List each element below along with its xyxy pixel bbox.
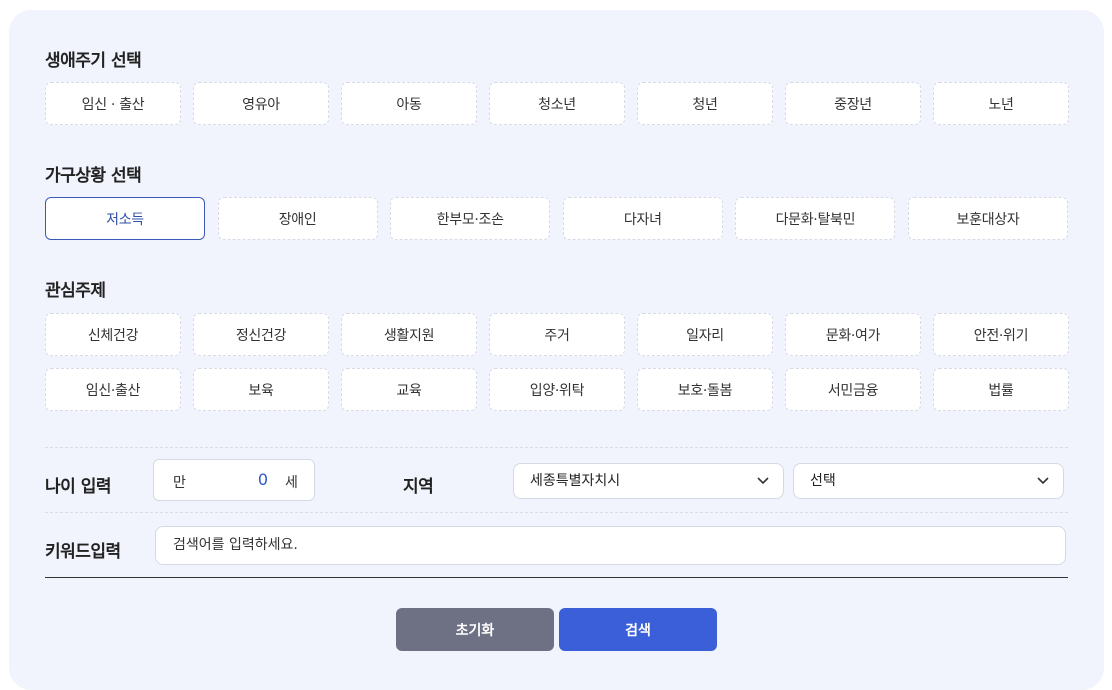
chevron-down-icon [1037, 477, 1049, 485]
interest-title: 관심주제 [45, 281, 106, 301]
divider [45, 512, 1068, 513]
household-option[interactable]: 장애인 [217, 197, 378, 240]
interest-option[interactable]: 문화·여가 [785, 313, 921, 356]
interest-option[interactable]: 안전·위기 [933, 313, 1069, 356]
interest-option[interactable]: 임신·출산 [45, 368, 181, 411]
interest-option[interactable]: 보호·돌봄 [637, 368, 773, 411]
interest-option[interactable]: 법률 [933, 368, 1069, 411]
keyword-label: 키워드입력 [45, 542, 121, 562]
interest-option[interactable]: 정신건강 [193, 313, 329, 356]
region-label: 지역 [403, 477, 434, 497]
keyword-input[interactable]: 검색어를 입력하세요. [155, 526, 1066, 565]
age-prefix: 만 [173, 475, 186, 491]
interest-option[interactable]: 보육 [193, 368, 329, 411]
age-label: 나이 입력 [45, 477, 111, 497]
interest-option[interactable]: 입양·위탁 [489, 368, 625, 411]
district-select[interactable]: 선택 [793, 463, 1064, 499]
search-button[interactable]: 검색 [559, 608, 717, 651]
age-value[interactable]: 0 [214, 470, 268, 489]
province-select[interactable]: 세종특별자치시 [513, 463, 784, 499]
reset-button[interactable]: 초기화 [396, 608, 554, 651]
age-suffix: 세 [285, 475, 298, 491]
household-option[interactable]: 저소득 [45, 197, 205, 240]
interest-option[interactable]: 서민금융 [785, 368, 921, 411]
interest-option[interactable]: 주거 [489, 313, 625, 356]
interest-option[interactable]: 일자리 [637, 313, 773, 356]
household-option[interactable]: 한부모·조손 [390, 197, 551, 240]
province-select-value: 세종특별자치시 [530, 473, 621, 489]
divider [45, 577, 1068, 578]
lifecycle-option[interactable]: 영유아 [193, 82, 329, 125]
chevron-down-icon [757, 477, 769, 485]
household-option[interactable]: 보훈대상자 [908, 197, 1068, 240]
interest-option[interactable]: 생활지원 [341, 313, 477, 356]
household-option[interactable]: 다문화·탈북민 [735, 197, 896, 240]
lifecycle-option[interactable]: 청소년 [489, 82, 625, 125]
lifecycle-option[interactable]: 임신 · 출산 [45, 82, 181, 125]
divider [45, 447, 1068, 448]
household-title: 가구상황 선택 [45, 166, 142, 186]
household-option[interactable]: 다자녀 [562, 197, 723, 240]
lifecycle-option[interactable]: 중장년 [785, 82, 921, 125]
lifecycle-option[interactable]: 아동 [341, 82, 477, 125]
lifecycle-option[interactable]: 청년 [637, 82, 773, 125]
interest-option[interactable]: 교육 [341, 368, 477, 411]
district-select-value: 선택 [810, 473, 836, 489]
age-input[interactable]: 만 0 세 [153, 459, 315, 501]
lifecycle-title: 생애주기 선택 [45, 51, 142, 71]
lifecycle-option[interactable]: 노년 [933, 82, 1069, 125]
interest-option[interactable]: 신체건강 [45, 313, 181, 356]
